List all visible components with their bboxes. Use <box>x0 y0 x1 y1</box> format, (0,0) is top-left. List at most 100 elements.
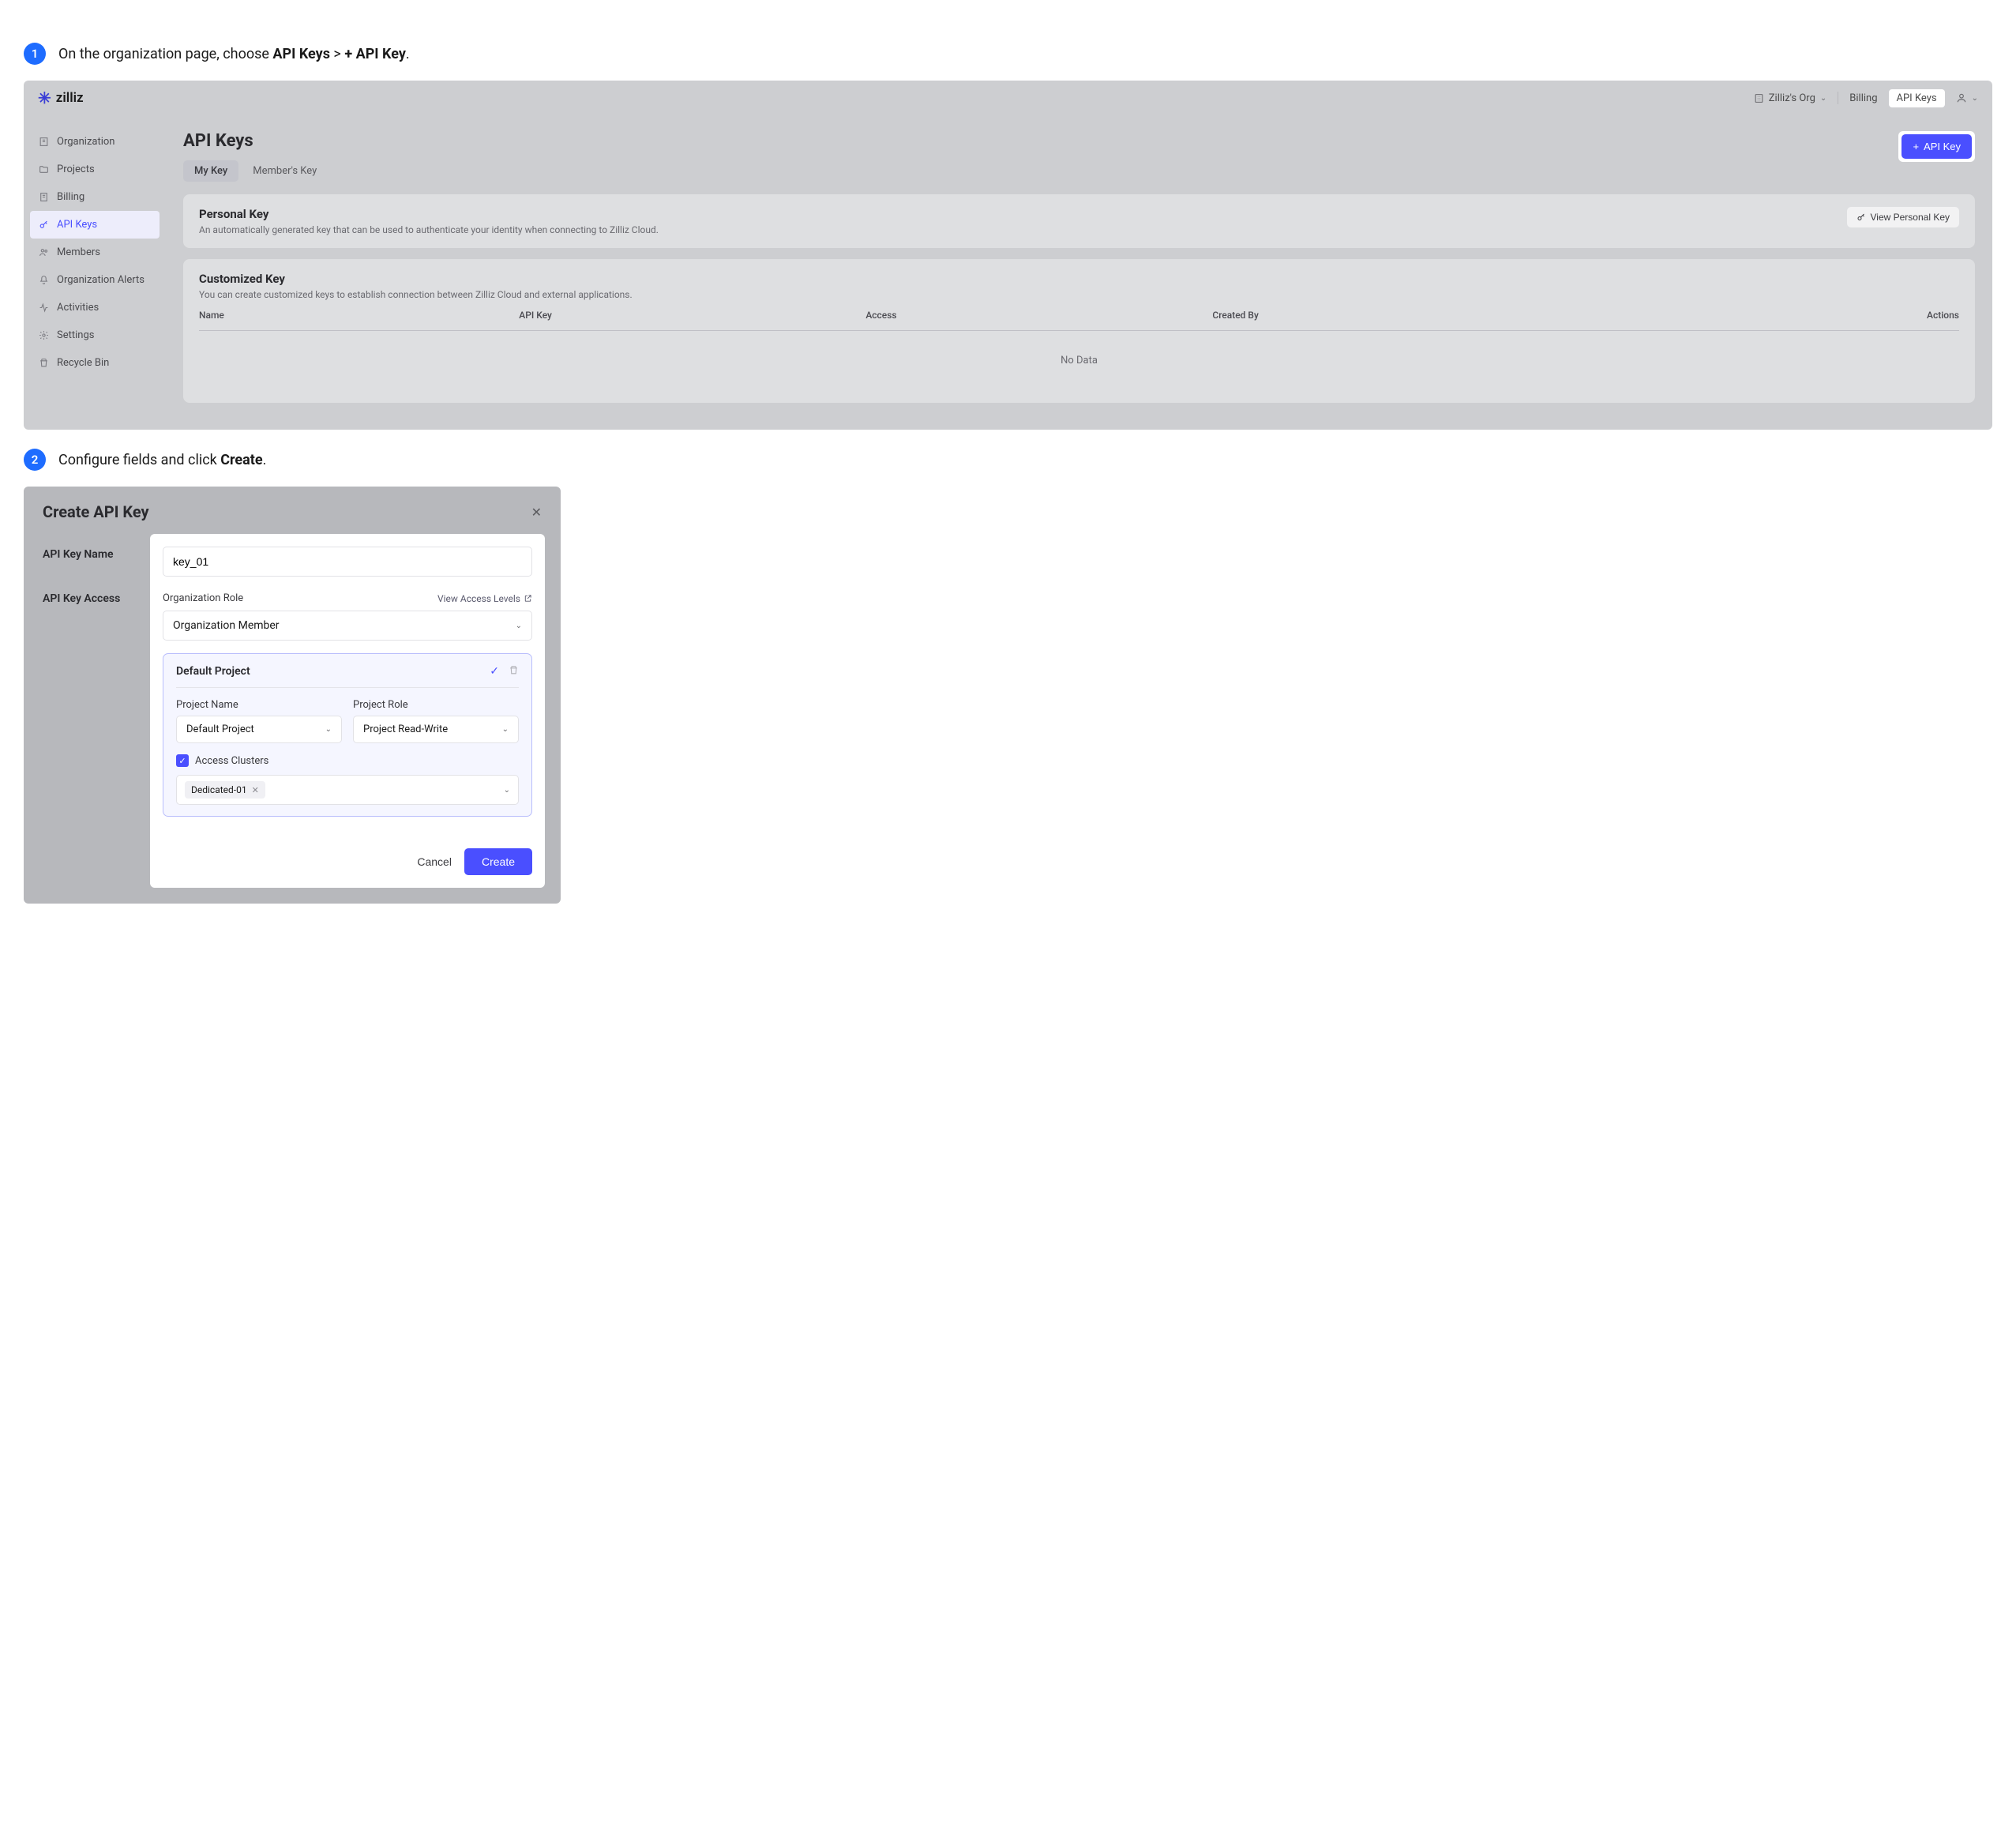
logo[interactable]: ✳ zilliz <box>38 88 84 107</box>
no-data-message: No Data <box>199 331 1959 390</box>
building-icon <box>38 137 49 148</box>
cluster-chip: Dedicated-01 ✕ <box>185 781 265 799</box>
section-title: Personal Key <box>199 207 659 221</box>
sidebar-item-activities[interactable]: Activities <box>24 294 166 321</box>
add-api-key-highlight: + API Key <box>1898 131 1975 162</box>
sidebar-item-projects[interactable]: Projects <box>24 156 166 183</box>
column-actions: Actions <box>1746 310 1959 321</box>
trash-icon[interactable] <box>509 665 519 678</box>
check-icon: ✓ <box>178 756 186 766</box>
api-keys-link[interactable]: API Keys <box>1889 89 1945 107</box>
section-description: An automatically generated key that can … <box>199 224 659 235</box>
text-bold: Create <box>220 452 262 468</box>
sidebar-item-label: Recycle Bin <box>57 357 109 369</box>
logo-text: zilliz <box>56 90 84 106</box>
tab-members-key[interactable]: Member's Key <box>242 160 328 182</box>
button-label: API Key <box>1924 141 1961 152</box>
access-clusters-checkbox-row: ✓ Access Clusters <box>176 754 519 767</box>
close-button[interactable]: ✕ <box>531 505 542 520</box>
chip-label: Dedicated-01 <box>191 784 247 795</box>
chevron-down-icon: ⌄ <box>1820 94 1826 103</box>
step-number-badge: 2 <box>24 449 46 471</box>
org-switcher[interactable]: Zilliz's Org ⌄ <box>1754 92 1827 104</box>
project-name-select[interactable]: Default Project ⌄ <box>176 716 342 743</box>
text: On the organization page, choose <box>58 46 272 62</box>
customized-key-section: Customized Key You can create customized… <box>183 259 1975 403</box>
sidebar-item-billing[interactable]: Billing <box>24 183 166 211</box>
main-content: API Keys My Key Member's Key + API Key <box>166 115 1992 430</box>
close-icon: ✕ <box>531 505 542 520</box>
sidebar-item-label: Billing <box>57 191 84 203</box>
org-role-select[interactable]: Organization Member ⌄ <box>163 611 532 641</box>
project-role-field: Project Role Project Read-Write ⌄ <box>353 699 519 743</box>
chevron-down-icon: ⌄ <box>516 622 522 630</box>
modal-body: API Key Name API Key Access Organization… <box>24 534 561 904</box>
chevron-down-icon: ⌄ <box>1972 94 1978 103</box>
modal-side-labels: API Key Name API Key Access <box>24 534 150 888</box>
label-api-key-access: API Key Access <box>43 592 150 605</box>
add-api-key-button[interactable]: + API Key <box>1901 134 1972 159</box>
cluster-multiselect[interactable]: Dedicated-01 ✕ ⌄ <box>176 775 519 805</box>
sidebar-item-alerts[interactable]: Organization Alerts <box>24 266 166 294</box>
billing-link[interactable]: Billing <box>1849 92 1877 104</box>
sidebar-item-label: Activities <box>57 302 99 314</box>
step-number-badge: 1 <box>24 43 46 65</box>
project-name-field: Project Name Default Project ⌄ <box>176 699 342 743</box>
sidebar-item-recycle-bin[interactable]: Recycle Bin <box>24 349 166 377</box>
users-icon <box>38 247 49 258</box>
api-key-name-input[interactable] <box>163 547 532 577</box>
chevron-down-icon: ⌄ <box>325 725 332 734</box>
chip-remove-icon[interactable]: ✕ <box>252 785 259 795</box>
view-personal-key-button[interactable]: View Personal Key <box>1847 207 1960 227</box>
create-button[interactable]: Create <box>464 848 532 875</box>
access-clusters-checkbox[interactable]: ✓ <box>176 754 189 767</box>
sidebar-item-settings[interactable]: Settings <box>24 321 166 349</box>
sidebar-item-api-keys[interactable]: API Keys <box>30 211 160 239</box>
link-text: View Access Levels <box>437 593 520 604</box>
field-label: Project Role <box>353 699 519 711</box>
select-value: Organization Member <box>173 619 280 632</box>
project-box-title: Default Project <box>176 665 250 678</box>
checkbox-label: Access Clusters <box>195 755 268 767</box>
building-icon <box>1754 93 1764 103</box>
text: . <box>263 452 267 468</box>
sidebar-item-label: Organization <box>57 136 115 148</box>
sidebar-item-members[interactable]: Members <box>24 239 166 266</box>
trash-icon <box>38 358 49 369</box>
personal-key-section: Personal Key An automatically generated … <box>183 194 1975 248</box>
org-name: Zilliz's Org <box>1769 92 1815 104</box>
sidebar-item-label: Organization Alerts <box>57 274 145 286</box>
org-role-label: Organization Role <box>163 592 243 604</box>
table-header: Name API Key Access Created By Actions <box>199 300 1959 331</box>
folder-icon <box>38 164 49 175</box>
project-role-select[interactable]: Project Read-Write ⌄ <box>353 716 519 743</box>
modal-title: Create API Key <box>43 502 149 521</box>
sidebar-item-label: Members <box>57 246 100 258</box>
sidebar-item-label: API Keys <box>57 219 97 231</box>
external-link-icon <box>524 594 532 603</box>
project-fields-row: Project Name Default Project ⌄ Project R… <box>176 699 519 743</box>
modal-form-panel: Organization Role View Access Levels Org… <box>150 534 545 888</box>
app-body: Organization Projects Billing API Keys M… <box>24 115 1992 430</box>
activity-icon <box>38 303 49 314</box>
step-2-header: 2 Configure fields and click Create. <box>24 449 1992 471</box>
user-menu[interactable]: ⌄ <box>1956 92 1978 103</box>
tab-my-key[interactable]: My Key <box>183 160 238 182</box>
bell-icon <box>38 275 49 286</box>
step-2-text: Configure fields and click Create. <box>58 452 266 468</box>
chevron-down-icon: ⌄ <box>502 725 509 734</box>
project-config-box: Default Project ✓ Project Name Default P… <box>163 653 532 817</box>
sidebar-item-label: Projects <box>57 163 95 175</box>
view-access-levels-link[interactable]: View Access Levels <box>437 593 532 604</box>
project-box-actions: ✓ <box>490 665 519 678</box>
chevron-down-icon: ⌄ <box>504 786 510 795</box>
page-title: API Keys <box>183 131 328 151</box>
cancel-button[interactable]: Cancel <box>417 855 452 868</box>
project-box-header: Default Project ✓ <box>176 665 519 688</box>
column-name: Name <box>199 310 519 321</box>
sidebar-item-organization[interactable]: Organization <box>24 128 166 156</box>
create-api-key-modal-screenshot: Create API Key ✕ API Key Name API Key Ac… <box>24 487 561 904</box>
modal-footer: Cancel Create <box>163 848 532 875</box>
check-icon[interactable]: ✓ <box>490 665 499 678</box>
label-api-key-name: API Key Name <box>43 548 150 561</box>
